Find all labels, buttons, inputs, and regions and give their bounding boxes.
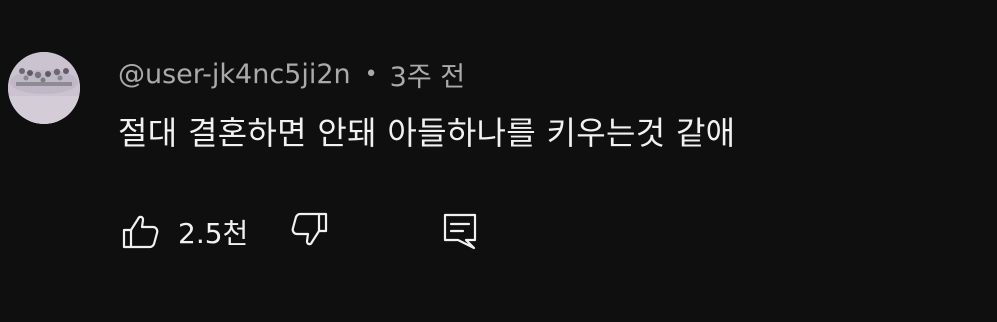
reply-button[interactable] xyxy=(440,211,480,251)
dislike-button[interactable] xyxy=(290,211,330,251)
avatar-image xyxy=(8,52,80,124)
comment-timestamp[interactable]: 3주 전 xyxy=(390,55,465,94)
comment-header: @user-jk4nc5ji2n • 3주 전 xyxy=(118,54,465,94)
meta-separator: • xyxy=(364,61,378,87)
thumb-up-icon xyxy=(122,215,159,249)
like-button[interactable] xyxy=(120,211,160,251)
comment-actions: 2.5천 xyxy=(118,205,538,255)
thumb-down-icon xyxy=(291,212,328,246)
avatar[interactable] xyxy=(8,52,80,124)
comment-text: 절대 결혼하면 안돼 아들하나를 키우는것 같애 xyxy=(118,114,736,152)
author-handle[interactable]: @user-jk4nc5ji2n xyxy=(118,59,351,90)
like-count: 2.5천 xyxy=(178,217,249,250)
reply-comment-icon xyxy=(443,213,477,250)
comment-thread: @user-jk4nc5ji2n • 3주 전 절대 결혼하면 안돼 아들하나를… xyxy=(0,0,997,322)
